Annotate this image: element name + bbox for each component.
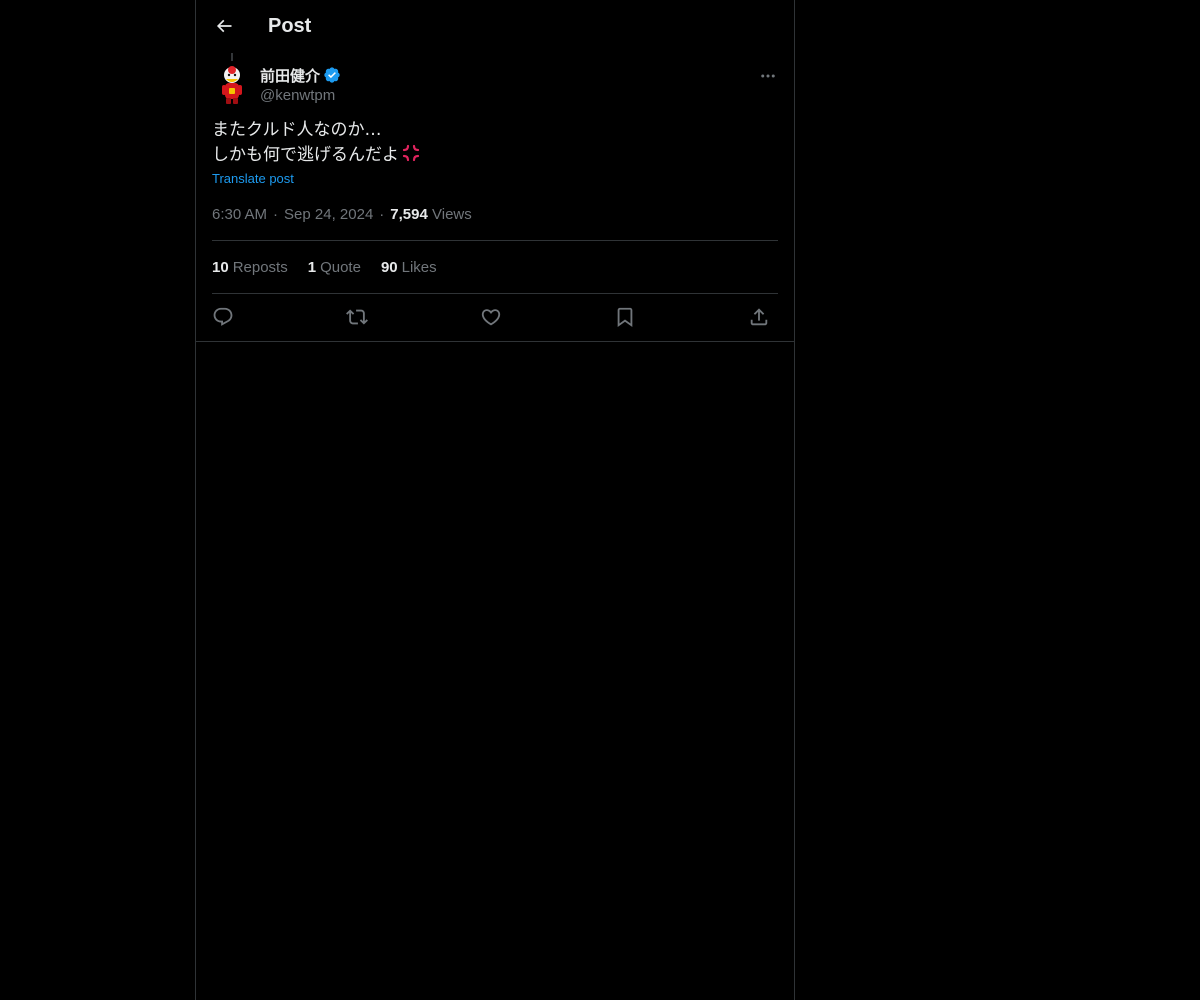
like-icon (481, 309, 501, 326)
post-text-line: またクルド人なのか… (212, 120, 382, 140)
share-icon (750, 308, 768, 326)
likes-label: Likes (401, 259, 437, 276)
likes-stat[interactable]: 90 Likes (381, 258, 437, 278)
post-text: またクルド人なのか… しかも何で逃げるんだよ (212, 118, 772, 168)
author-name[interactable]: 前田健介 (260, 65, 320, 86)
more-icon (761, 74, 775, 78)
post-actions (212, 300, 778, 334)
verified-badge-icon (324, 67, 340, 83)
quotes-label: Quote (320, 259, 361, 276)
reposts-stat[interactable]: 10 Reposts (212, 258, 288, 278)
like-button[interactable] (474, 300, 508, 334)
author-handle[interactable]: @kenwtpm (260, 86, 335, 106)
post-bottom-border (196, 341, 794, 342)
likes-count: 90 (380, 259, 398, 276)
quotes-count: 1 (307, 259, 317, 276)
post-text-line: しかも何で逃げるんだよ (212, 145, 399, 165)
primary-column: Post 前田健介 @kenwtpm またクルド人なのか… しかも何で逃げるんだ… (195, 0, 795, 1000)
author-name-row[interactable]: 前田健介 (260, 64, 341, 86)
views-label: Views (432, 206, 472, 223)
post-meta: 6:30 AM · Sep 24, 2024 · 7,594 Views (212, 205, 472, 225)
post-time[interactable]: 6:30 AM (212, 206, 267, 223)
reply-icon (213, 307, 233, 326)
more-options-button[interactable] (754, 62, 782, 90)
separator-dot: · (379, 206, 385, 223)
anger-symbol-icon (402, 144, 420, 162)
reposts-count: 10 (212, 259, 229, 276)
page-header: Post (196, 0, 794, 53)
avatar[interactable] (212, 62, 252, 107)
post-text-line-with-emoji: しかも何で逃げるんだよ (212, 143, 772, 168)
reply-button[interactable] (206, 300, 240, 334)
post-date[interactable]: Sep 24, 2024 (284, 206, 373, 223)
views-count: 7,594 (390, 206, 428, 223)
reposts-label: Reposts (232, 259, 288, 276)
post-stats: 10 Reposts 1 Quote 90 Likes (212, 258, 457, 278)
separator-dot: · (273, 206, 279, 223)
bookmark-icon (617, 307, 633, 328)
arrow-left-icon (216, 19, 232, 33)
quotes-stat[interactable]: 1 Quote (308, 258, 361, 278)
page-title: Post (268, 15, 312, 37)
translate-post-link[interactable]: Translate post (212, 170, 294, 188)
bookmark-button[interactable] (608, 300, 642, 334)
repost-icon (346, 309, 368, 325)
back-button[interactable] (207, 9, 241, 43)
thread-connector (231, 53, 233, 61)
divider (212, 240, 778, 241)
share-button[interactable] (742, 300, 776, 334)
divider (212, 293, 778, 294)
repost-button[interactable] (340, 300, 374, 334)
